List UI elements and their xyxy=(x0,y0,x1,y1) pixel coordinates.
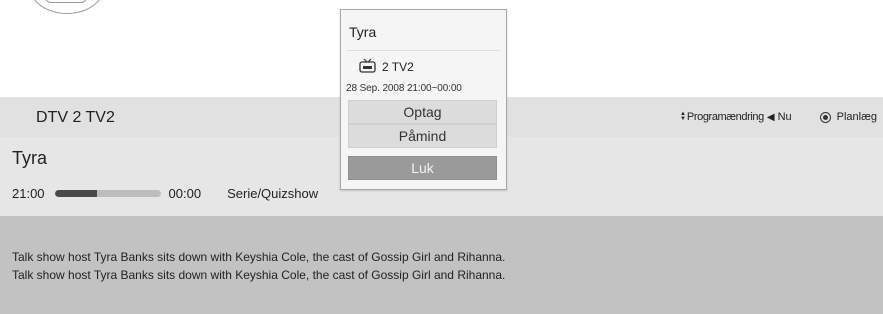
tv-icon xyxy=(359,58,376,76)
popup-title: Tyra xyxy=(349,24,377,40)
remote-button-inner xyxy=(45,0,87,3)
program-genre: Serie/Quizshow xyxy=(227,186,319,201)
ok-button-icon xyxy=(819,111,831,123)
popup-divider xyxy=(347,50,500,51)
popup-channel: 2 TV2 xyxy=(359,58,414,76)
up-down-arrow-icon: ▲ ▼ xyxy=(679,111,686,122)
description-line: Talk show host Tyra Banks sits down with… xyxy=(12,250,506,264)
program-action-popup: Tyra 2 TV2 28 Sep. 2008 21:00~00:00 Opta… xyxy=(340,9,507,190)
description-line: Talk show host Tyra Banks sits down with… xyxy=(12,268,506,282)
left-arrow-icon: ◀ xyxy=(766,111,775,123)
program-progress-fill xyxy=(54,190,97,197)
program-progress-bar xyxy=(54,190,161,197)
schedule-hint[interactable]: Planlæg xyxy=(792,111,877,123)
now-hint[interactable]: ◀ Nu xyxy=(764,111,792,123)
nav-hints: ▲ ▼ Programændring ◀ Nu Planlæg xyxy=(680,111,877,123)
close-button[interactable]: Luk xyxy=(348,156,497,180)
record-button[interactable]: Optag xyxy=(348,100,497,124)
popup-datetime: 28 Sep. 2008 21:00~00:00 xyxy=(346,83,462,94)
time-row: 21:00 00:00 Serie/Quizshow xyxy=(12,186,318,201)
remind-button[interactable]: Påmind xyxy=(348,124,497,148)
channel-label: DTV 2 TV2 xyxy=(36,109,115,126)
remote-ok-button-icon xyxy=(28,0,106,14)
description-area: Talk show host Tyra Banks sits down with… xyxy=(0,216,883,314)
program-change-hint[interactable]: ▲ ▼ Programændring xyxy=(680,111,764,123)
program-title: Tyra xyxy=(12,148,48,168)
end-time: 00:00 xyxy=(168,186,202,201)
start-time: 21:00 xyxy=(12,186,45,201)
